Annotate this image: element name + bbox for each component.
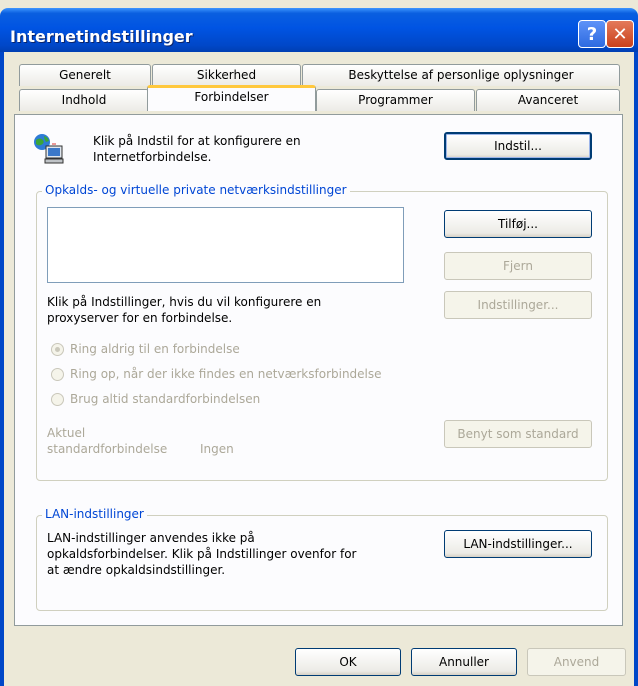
ok-button[interactable]: OK — [295, 648, 401, 676]
radio-always-dial-label: Brug altid standardforbindelsen — [70, 392, 261, 406]
title-bar: Internetindstillinger ? ✕ — [0, 8, 638, 52]
add-button[interactable]: Tilføj... — [444, 210, 592, 238]
tab-programmer[interactable]: Programmer — [316, 89, 475, 111]
radio-never-dial-label: Ring aldrig til en forbindelse — [70, 342, 240, 356]
lan-settings-button[interactable]: LAN-indstillinger... — [444, 530, 592, 558]
window-title: Internetindstillinger — [10, 27, 193, 46]
connection-intro-text: Klik på Indstil for at konfigurere en In… — [93, 134, 301, 164]
radio-always-dial[interactable] — [51, 393, 64, 406]
radio-never-dial[interactable] — [51, 343, 64, 356]
tab-forbindelser[interactable]: Forbindelser — [147, 85, 316, 111]
tab-generelt[interactable]: Generelt — [19, 64, 151, 86]
setup-button[interactable]: Indstil... — [444, 132, 592, 160]
remove-button[interactable]: Fjern — [444, 252, 592, 280]
set-default-button[interactable]: Benyt som standard — [444, 420, 592, 448]
lan-text: LAN-indstillinger anvendes ikke på opkal… — [47, 531, 357, 577]
network-computer-icon — [34, 134, 64, 164]
internet-options-dialog: Internetindstillinger ? ✕ Generelt Sikke… — [0, 0, 638, 686]
cancel-button[interactable]: Annuller — [411, 648, 517, 676]
close-button[interactable]: ✕ — [606, 20, 634, 48]
tab-sikkerhed[interactable]: Sikkerhed — [152, 64, 301, 86]
window-border-left — [0, 52, 4, 686]
tab-indhold[interactable]: Indhold — [19, 89, 149, 111]
current-default-label: Aktuel standardforbindelse — [47, 426, 168, 456]
apply-button[interactable]: Anvend — [527, 648, 626, 676]
proxy-text: Klik på Indstillinger, hvis du vil konfi… — [47, 295, 322, 325]
radio-dial-when-no-network-label: Ring op, når der ikke findes en netværks… — [70, 367, 382, 381]
lan-group-label: LAN-indstillinger — [42, 507, 147, 521]
tab-avanceret[interactable]: Avanceret — [476, 89, 620, 111]
settings-button[interactable]: Indstillinger... — [444, 291, 592, 319]
dialup-group-label: Opkalds- og virtuelle private netværksin… — [42, 183, 350, 197]
current-default-value: Ingen — [200, 442, 234, 456]
help-button[interactable]: ? — [578, 20, 606, 48]
connections-listbox[interactable] — [47, 207, 404, 283]
window-border-right — [634, 52, 638, 686]
tab-beskyttelse[interactable]: Beskyttelse af personlige oplysninger — [302, 64, 620, 86]
radio-dial-when-no-network[interactable] — [51, 368, 64, 381]
